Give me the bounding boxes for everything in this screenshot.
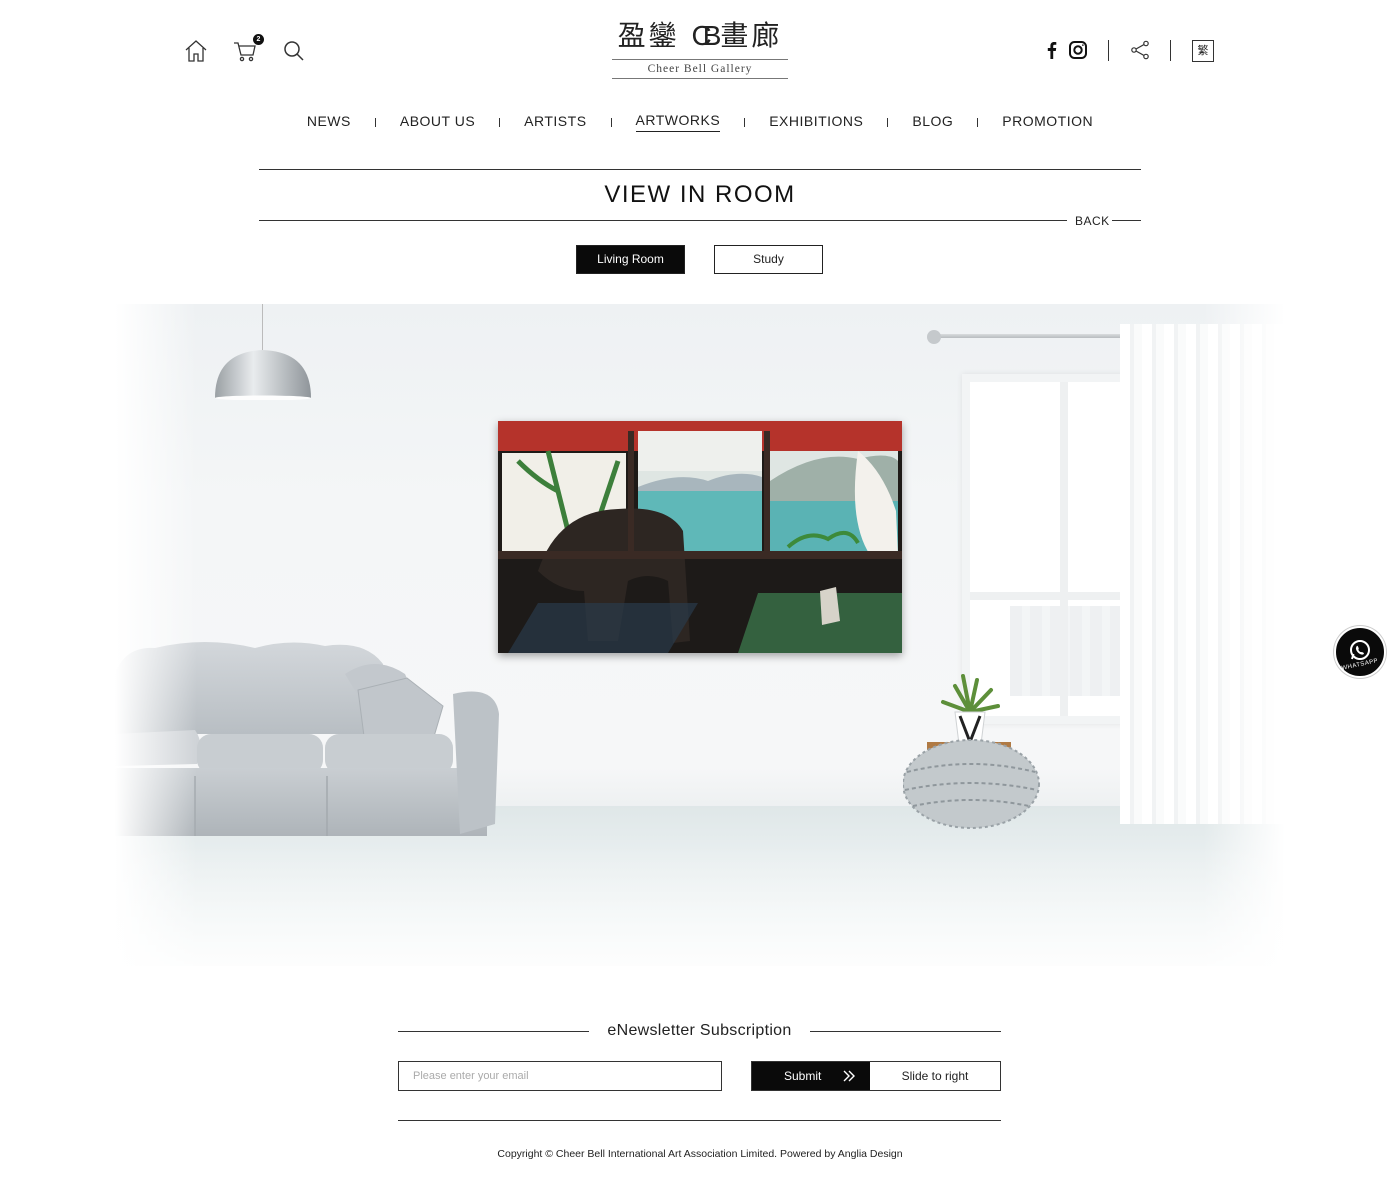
tab-study[interactable]: Study xyxy=(714,245,823,274)
email-field[interactable] xyxy=(398,1061,722,1091)
slide-to-submit[interactable]: Submit Slide to right xyxy=(751,1061,1001,1091)
divider xyxy=(259,220,1067,221)
double-chevron-right-icon xyxy=(843,1070,855,1082)
nav-separator xyxy=(610,117,612,127)
nav-separator xyxy=(499,117,501,127)
nav-item-artists[interactable]: ARTISTS xyxy=(524,113,586,132)
cart-icon[interactable]: 2 xyxy=(232,34,264,64)
nav-separator xyxy=(744,117,746,127)
nav-separator xyxy=(887,117,889,127)
knit-pouf-with-plant xyxy=(902,672,1048,837)
facebook-icon[interactable] xyxy=(1040,38,1064,64)
room-preview xyxy=(115,304,1285,966)
divider xyxy=(398,1120,1001,1121)
instagram-icon[interactable] xyxy=(1066,38,1090,64)
nav-item-artworks[interactable]: ARTWORKS xyxy=(635,112,721,132)
sofa xyxy=(115,634,505,849)
nav-separator xyxy=(977,117,979,127)
tab-living-room[interactable]: Living Room xyxy=(576,245,685,274)
copyright-text: Copyright © Cheer Bell International Art… xyxy=(497,1148,903,1160)
logo-english: Cheer Bell Gallery xyxy=(612,59,788,79)
logo-monogram: CB xyxy=(691,20,722,51)
header-divider xyxy=(1108,40,1109,61)
nav-item-exhibitions[interactable]: EXHIBITIONS xyxy=(769,113,863,132)
divider xyxy=(810,1031,1001,1032)
page-title-block: VIEW IN ROOM BACK xyxy=(259,169,1141,228)
nav-item-news[interactable]: NEWS xyxy=(307,113,351,132)
window-mullion xyxy=(1060,382,1068,716)
site-header: 2 盈鑾 CB 畫廊 Cheer Bell Gallery 繁 xyxy=(0,0,1400,100)
search-icon[interactable] xyxy=(281,38,307,64)
submit-label: Submit xyxy=(784,1069,822,1083)
language-switch-button[interactable]: 繁 xyxy=(1192,40,1214,62)
pendant-lamp xyxy=(213,348,313,405)
page-title: VIEW IN ROOM xyxy=(604,181,796,208)
nav-item-promotion[interactable]: PROMOTION xyxy=(1002,113,1093,132)
newsletter-heading: eNewsletter Subscription xyxy=(398,1019,1001,1043)
logo-chinese: 盈鑾 CB 畫廊 xyxy=(617,19,783,52)
curtain xyxy=(1120,324,1285,824)
main-nav: NEWS ABOUT US ARTISTS ARTWORKS EXHIBITIO… xyxy=(0,110,1400,134)
divider xyxy=(259,169,1141,170)
gallery-logo[interactable]: 盈鑾 CB 畫廊 Cheer Bell Gallery xyxy=(612,18,788,82)
slide-hint: Slide to right xyxy=(901,1069,969,1083)
nav-item-about-us[interactable]: ABOUT US xyxy=(400,113,475,132)
nav-item-blog[interactable]: BLOG xyxy=(912,113,953,132)
back-link[interactable]: BACK xyxy=(1075,214,1110,228)
share-icon[interactable] xyxy=(1128,38,1152,64)
lamp-cord xyxy=(262,304,263,350)
divider xyxy=(398,1031,589,1032)
title-footer: BACK xyxy=(259,214,1141,228)
divider xyxy=(1112,220,1141,221)
nav-separator xyxy=(374,117,376,127)
curtain-rod-end xyxy=(927,330,941,344)
cart-count-badge: 2 xyxy=(253,34,264,45)
header-divider xyxy=(1170,40,1171,61)
home-icon[interactable] xyxy=(183,38,209,64)
newsletter-title: eNewsletter Subscription xyxy=(607,1022,792,1039)
submit-button[interactable]: Submit xyxy=(752,1062,870,1090)
artwork-painting[interactable] xyxy=(498,421,902,653)
